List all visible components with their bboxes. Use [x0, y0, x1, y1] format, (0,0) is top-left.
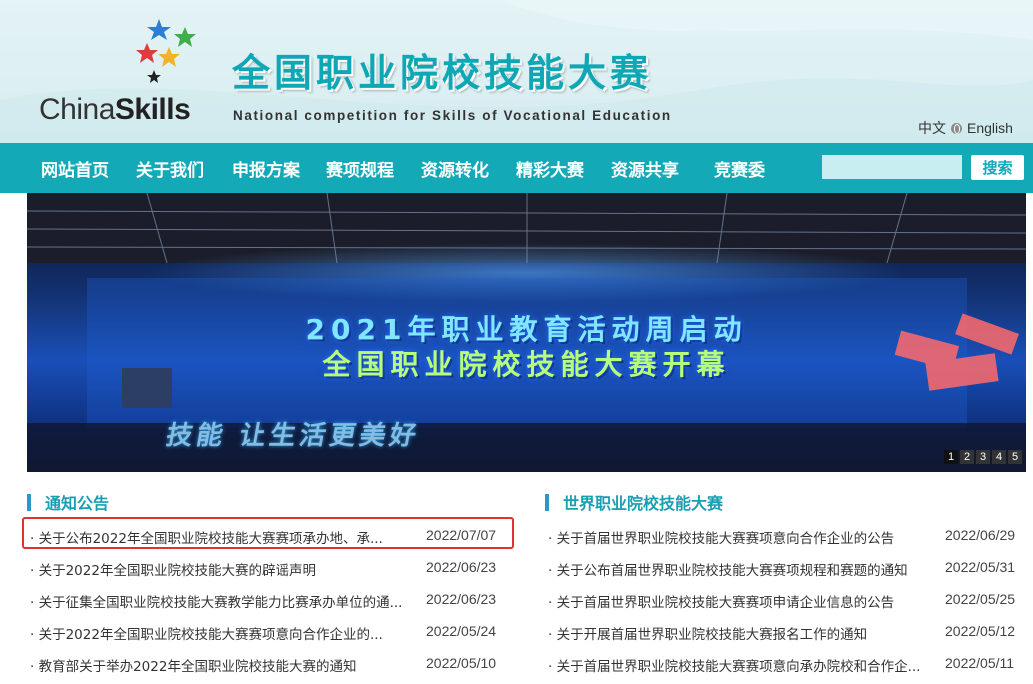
nav-plan[interactable]: 申报方案: [232, 156, 300, 181]
list-item-date: 2022/05/11: [945, 655, 1015, 671]
banner-page-4[interactable]: 4: [992, 450, 1006, 464]
nav-resource-transform[interactable]: 资源转化: [421, 156, 489, 181]
banner-headline-2: 全国职业院校技能大赛开幕: [322, 348, 731, 381]
list-item-title[interactable]: · 关于2022年全国职业院校技能大赛赛项意向合作企业的...: [30, 623, 390, 643]
world-list: · 关于首届世界职业院校技能大赛赛项意向合作企业的公告 2022/06/29 ·…: [548, 520, 1028, 680]
lang-english-link[interactable]: English: [967, 120, 1013, 136]
list-item[interactable]: · 关于首届世界职业院校技能大赛赛项意向合作企业的公告 2022/06/29: [548, 520, 1028, 552]
stars-icon: [136, 19, 196, 83]
banner-slogan: 技能 让生活更美好: [163, 421, 423, 451]
site-header: ChinaSkills 全国职业院校技能大赛 National competit…: [0, 0, 1033, 143]
list-item-title[interactable]: · 关于征集全国职业院校技能大赛教学能力比赛承办单位的通...: [30, 591, 412, 611]
list-item-title[interactable]: · 关于首届世界职业院校技能大赛赛项申请企业信息的公告: [548, 591, 933, 611]
list-item[interactable]: · 关于2022年全国职业院校技能大赛的辟谣声明 2022/06/23: [30, 552, 510, 584]
globe-icon: [951, 122, 962, 134]
banner-page-5[interactable]: 5: [1008, 450, 1022, 464]
list-item-title[interactable]: · 关于首届世界职业院校技能大赛赛项意向合作企业的公告: [548, 527, 933, 547]
world-title-text: 世界职业院校技能大赛: [563, 494, 724, 513]
list-item[interactable]: · 关于开展首届世界职业院校技能大赛报名工作的通知 2022/05/12: [548, 616, 1028, 648]
notices-title-text: 通知公告: [45, 494, 110, 513]
language-switcher: 中文 English: [918, 118, 1013, 138]
site-subtitle: National competition for Skills of Vocat…: [233, 108, 672, 123]
search-input[interactable]: [822, 155, 962, 179]
hero-banner[interactable]: 2021年职业教育活动周启动 全国职业院校技能大赛开幕 技能 让生活更美好 1 …: [27, 193, 1026, 472]
nav-highlights[interactable]: 精彩大赛: [516, 156, 584, 181]
nav-home[interactable]: 网站首页: [41, 156, 109, 181]
list-item[interactable]: · 关于2022年全国职业院校技能大赛赛项意向合作企业的... 2022/05/…: [30, 616, 510, 648]
list-item-date: 2022/05/10: [426, 655, 497, 671]
list-item-title[interactable]: · 关于公布首届世界职业院校技能大赛赛项规程和赛题的通知: [548, 559, 933, 579]
notices-section-title[interactable]: 通知公告: [27, 490, 109, 514]
list-item[interactable]: · 关于公布2022年全国职业院校技能大赛赛项承办地、承... 2022/07/…: [30, 520, 510, 552]
list-item-date: 2022/05/25: [945, 591, 1016, 607]
list-item[interactable]: · 教育部关于举办2022年全国职业院校技能大赛的通知 2022/05/10: [30, 648, 510, 680]
list-item-date: 2022/06/29: [945, 527, 1016, 543]
list-item-title[interactable]: · 关于开展首届世界职业院校技能大赛报名工作的通知: [548, 623, 933, 643]
banner-headline-1: 2021年职业教育活动周启动: [305, 313, 748, 346]
banner-page-3[interactable]: 3: [976, 450, 990, 464]
section-marker: [545, 493, 549, 511]
notices-list: · 关于公布2022年全国职业院校技能大赛赛项承办地、承... 2022/07/…: [30, 520, 510, 680]
list-item-date: 2022/05/24: [426, 623, 497, 639]
banner-page-2[interactable]: 2: [960, 450, 974, 464]
lang-chinese-link[interactable]: 中文: [918, 118, 946, 138]
list-item[interactable]: · 关于首届世界职业院校技能大赛赛项申请企业信息的公告 2022/05/25: [548, 584, 1028, 616]
nav-committee[interactable]: 竞赛委: [714, 156, 765, 181]
banner-page-1[interactable]: 1: [944, 450, 958, 464]
list-item-date: 2022/06/23: [426, 559, 497, 575]
chinaskills-logo[interactable]: ChinaSkills: [35, 15, 205, 133]
list-item[interactable]: · 关于公布首届世界职业院校技能大赛赛项规程和赛题的通知 2022/05/31: [548, 552, 1028, 584]
list-item-title[interactable]: · 教育部关于举办2022年全国职业院校技能大赛的通知: [30, 655, 390, 675]
list-item-title[interactable]: · 关于首届世界职业院校技能大赛赛项意向承办院校和合作企...: [548, 655, 933, 675]
world-section-title[interactable]: 世界职业院校技能大赛: [545, 490, 723, 514]
list-item-date: 2022/07/07: [426, 527, 497, 543]
list-item-title[interactable]: · 关于2022年全国职业院校技能大赛的辟谣声明: [30, 559, 390, 579]
list-item-date: 2022/05/12: [945, 623, 1016, 639]
section-marker: [27, 493, 31, 511]
list-item[interactable]: · 关于首届世界职业院校技能大赛赛项意向承办院校和合作企... 2022/05/…: [548, 648, 1028, 680]
list-item[interactable]: · 关于征集全国职业院校技能大赛教学能力比赛承办单位的通... 2022/06/…: [30, 584, 510, 616]
logo-wordmark: ChinaSkills: [39, 93, 191, 126]
list-item-title[interactable]: · 关于公布2022年全国职业院校技能大赛赛项承办地、承...: [30, 527, 390, 547]
banner-pager: 1 2 3 4 5: [944, 450, 1022, 464]
nav-rules[interactable]: 赛项规程: [326, 156, 394, 181]
list-item-date: 2022/05/31: [945, 559, 1016, 575]
list-item-date: 2022/06/23: [426, 591, 497, 607]
nav-resource-share[interactable]: 资源共享: [611, 156, 679, 181]
site-title: 全国职业院校技能大赛: [232, 51, 653, 95]
nav-about[interactable]: 关于我们: [136, 156, 204, 181]
search-button[interactable]: 搜索: [971, 155, 1024, 180]
